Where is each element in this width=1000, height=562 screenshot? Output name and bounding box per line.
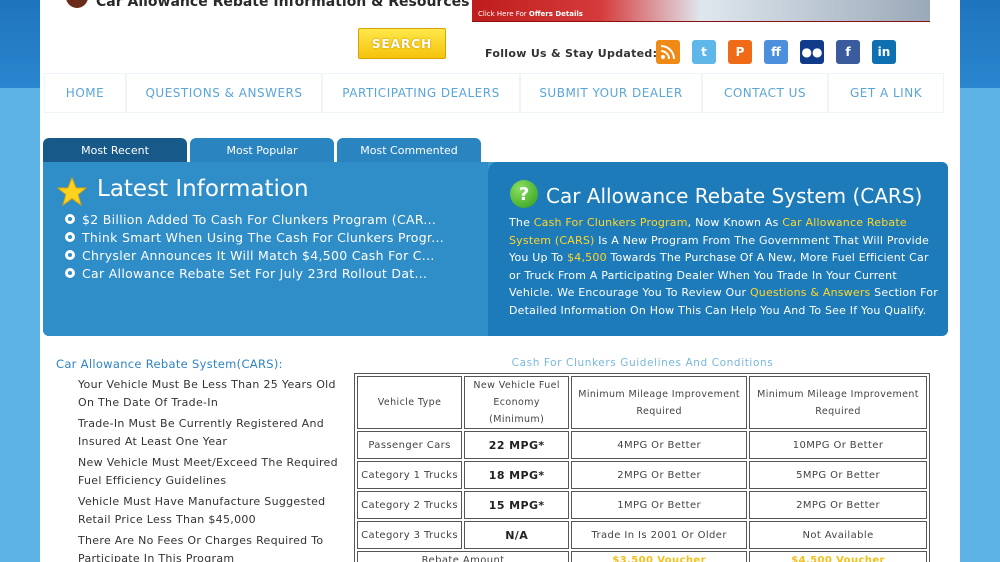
- cars-text-1: The: [509, 216, 534, 229]
- latest-item-link[interactable]: Chrysler Announces It Will Match $4,500 …: [82, 248, 435, 263]
- ad-banner-text[interactable]: Click Here For Offers Details: [478, 10, 583, 18]
- nav-participating-dealers[interactable]: PARTICIPATING DEALERS: [322, 73, 520, 113]
- list-item: Your Vehicle Must Be Less Than 25 Years …: [78, 378, 336, 409]
- linkedin-icon[interactable]: in: [872, 40, 896, 64]
- tab-most-commented[interactable]: Most Commented: [337, 138, 481, 162]
- bullet-icon: [65, 250, 75, 260]
- list-item[interactable]: Car Allowance Rebate Set For July 23rd R…: [65, 264, 444, 282]
- cars-title: Car Allowance Rebate System (CARS): [546, 184, 923, 208]
- table-cell: Category 1 Trucks: [357, 461, 463, 489]
- rebate-amount-highlight: $4,500: [567, 251, 607, 264]
- questions-answers-link[interactable]: Questions & Answers: [750, 286, 871, 299]
- table-row: Category 1 Trucks 18 MPG* 2MPG Or Better…: [357, 461, 927, 489]
- table-cell: 22 MPG*: [464, 431, 570, 459]
- table-row: Category 2 Trucks 15 MPG* 1MPG Or Better…: [357, 491, 927, 519]
- table-cell: Passenger Cars: [357, 431, 463, 459]
- plurk-icon[interactable]: P: [728, 40, 752, 64]
- list-item: Trade-In Must Be Currently Registered An…: [78, 417, 325, 448]
- table-cell: 2MPG Or Better: [749, 491, 927, 519]
- voucher-cell: $3,500 Voucher: [571, 551, 748, 562]
- table-row: Category 3 Trucks N/A Trade In Is 2001 O…: [357, 521, 927, 549]
- nav-contact-us[interactable]: CONTACT US: [702, 73, 828, 113]
- table-cell: 2MPG Or Better: [571, 461, 748, 489]
- list-item[interactable]: Think Smart When Using The Cash For Clun…: [65, 228, 444, 246]
- table-cell: 10MPG Or Better: [749, 431, 927, 459]
- myspace-icon[interactable]: ●●: [800, 40, 824, 64]
- list-item[interactable]: $2 Billion Added To Cash For Clunkers Pr…: [65, 210, 444, 228]
- table-cell: 18 MPG*: [464, 461, 570, 489]
- voucher-cell: $4,500 Voucher: [749, 551, 927, 562]
- cars-section: ? Car Allowance Rebate System (CARS) The…: [488, 162, 948, 336]
- table-cell: Category 3 Trucks: [357, 521, 463, 549]
- latest-info-section: Latest Information $2 Billion Added To C…: [43, 162, 488, 336]
- table-header: Minimum Mileage Improvement Required: [571, 376, 748, 429]
- nav-get-a-link[interactable]: GET A LINK: [828, 73, 944, 113]
- latest-info-list: $2 Billion Added To Cash For Clunkers Pr…: [65, 210, 444, 282]
- list-item[interactable]: Chrysler Announces It Will Match $4,500 …: [65, 246, 444, 264]
- ad-banner[interactable]: Click Here For Offers Details: [472, 0, 930, 22]
- main-nav: HOME QUESTIONS & ANSWERS PARTICIPATING D…: [44, 73, 944, 113]
- nav-questions-answers[interactable]: QUESTIONS & ANSWERS: [126, 73, 322, 113]
- table-header-row: Vehicle Type New Vehicle Fuel Economy (M…: [357, 376, 927, 429]
- latest-info-title: Latest Information: [97, 176, 309, 202]
- table-cell: 1MPG Or Better: [571, 491, 748, 519]
- table-cell: Category 2 Trucks: [357, 491, 463, 519]
- follow-label: Follow Us & Stay Updated:: [485, 47, 658, 60]
- list-item: New Vehicle Must Meet/Exceed The Require…: [78, 456, 338, 487]
- cars-text-2: , Now Known As: [687, 216, 783, 229]
- table-caption: Cash For Clunkers Guidelines And Conditi…: [511, 357, 774, 369]
- bullet-icon: [65, 214, 75, 224]
- table-cell: 15 MPG*: [464, 491, 570, 519]
- requirements-list: Your Vehicle Must Be Less Than 25 Years …: [78, 376, 340, 562]
- table-cell: Rebate Amount: [357, 551, 570, 562]
- list-item: There Are No Fees Or Charges Required To…: [78, 534, 324, 562]
- star-icon: [57, 177, 87, 207]
- table-header: New Vehicle Fuel Economy (Minimum): [464, 376, 570, 429]
- sidebar-title: Car Allowance Rebate System(CARS):: [56, 357, 283, 371]
- nav-submit-dealer[interactable]: SUBMIT YOUR DEALER: [520, 73, 702, 113]
- friendfeed-icon[interactable]: ff: [764, 40, 788, 64]
- cash-for-clunkers-link[interactable]: Cash For Clunkers Program: [534, 216, 688, 229]
- question-check-icon: ?: [510, 180, 538, 208]
- table-cell: Trade In Is 2001 Or Older: [571, 521, 748, 549]
- latest-item-link[interactable]: $2 Billion Added To Cash For Clunkers Pr…: [82, 212, 436, 227]
- table-header: Minimum Mileage Improvement Required: [749, 376, 927, 429]
- tab-most-popular[interactable]: Most Popular: [190, 138, 334, 162]
- table-cell: Not Available: [749, 521, 927, 549]
- info-panel: Latest Information $2 Billion Added To C…: [43, 162, 948, 336]
- tab-most-recent[interactable]: Most Recent: [43, 138, 187, 162]
- latest-item-link[interactable]: Think Smart When Using The Cash For Clun…: [82, 230, 444, 245]
- search-button[interactable]: SEARCH: [358, 28, 446, 59]
- list-item: Vehicle Must Have Manufacture Suggested …: [78, 495, 326, 526]
- twitter-icon[interactable]: t: [692, 40, 716, 64]
- site-title[interactable]: Car Allowance Rebate Information & Resou…: [66, 0, 469, 10]
- nav-home[interactable]: HOME: [44, 73, 126, 113]
- bullet-icon: [65, 232, 75, 242]
- table-cell: 5MPG Or Better: [749, 461, 927, 489]
- cars-description: The Cash For Clunkers Program, Now Known…: [509, 214, 939, 319]
- table-header: Vehicle Type: [357, 376, 463, 429]
- table-cell: 4MPG Or Better: [571, 431, 748, 459]
- latest-item-link[interactable]: Car Allowance Rebate Set For July 23rd R…: [82, 266, 427, 281]
- bullet-icon: [65, 268, 75, 278]
- table-cell: N/A: [464, 521, 570, 549]
- facebook-icon[interactable]: f: [836, 40, 860, 64]
- guidelines-table: Vehicle Type New Vehicle Fuel Economy (M…: [354, 373, 930, 562]
- content-tabs: Most Recent Most Popular Most Commented: [43, 138, 481, 162]
- table-row: Passenger Cars 22 MPG* 4MPG Or Better 10…: [357, 431, 927, 459]
- table-rebate-row: Rebate Amount $3,500 Voucher $4,500 Vouc…: [357, 551, 927, 562]
- rss-icon[interactable]: [656, 40, 680, 64]
